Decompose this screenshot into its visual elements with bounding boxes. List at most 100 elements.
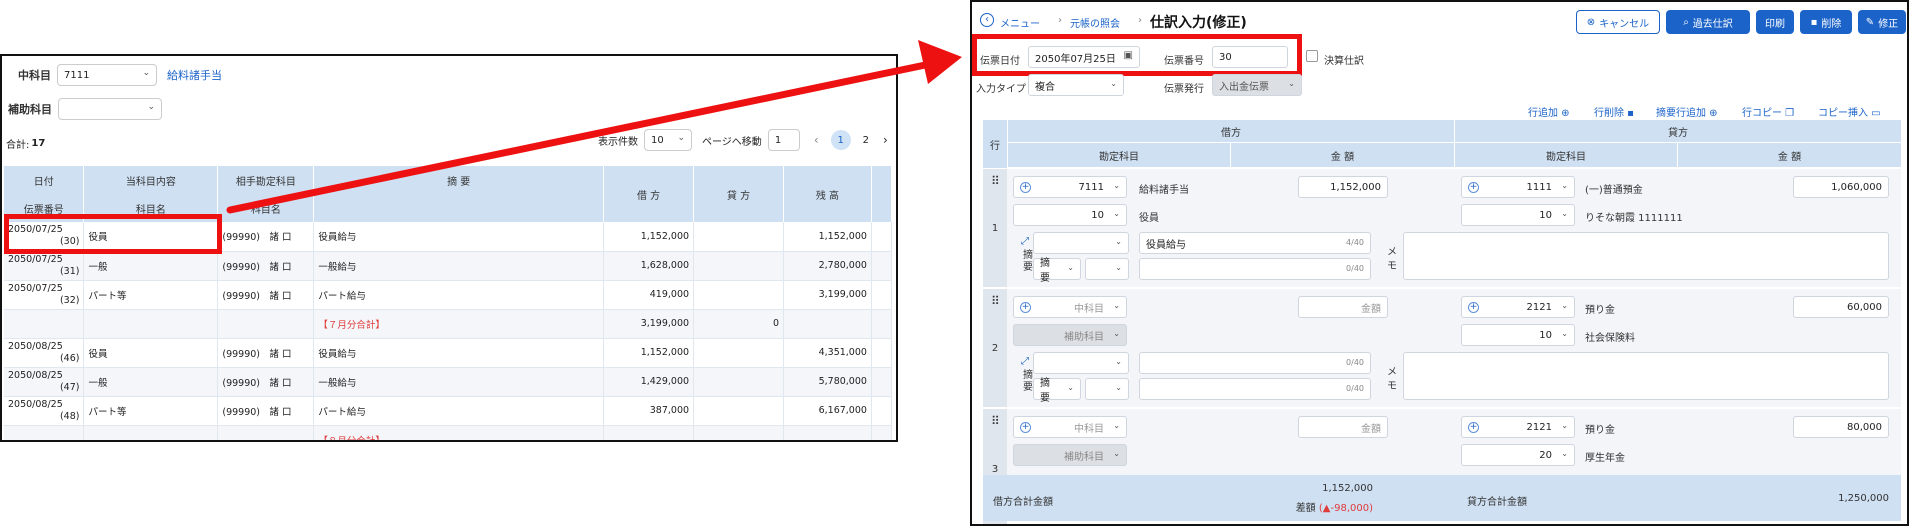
drag-handle-icon[interactable]: ⠿ — [991, 414, 1000, 428]
grid-header-debit: 借方 — [1008, 120, 1454, 142]
summary-type-select[interactable]: 摘要 ⌄ — [1033, 258, 1081, 284]
table-row[interactable]: 2050/07/25 (31) 一般 (99990) 諸 口 一般給与 1,628… — [4, 251, 893, 281]
breadcrumb-ledger[interactable]: 元帳の照会 — [1070, 15, 1120, 30]
plus-icon[interactable]: + — [1468, 182, 1479, 193]
summary-text-field[interactable]: 役員給与 4/40 — [1139, 232, 1371, 254]
input-type-value: 複合 — [1035, 81, 1055, 93]
summary-sub-select[interactable]: ⌄ — [1085, 378, 1129, 400]
debit-total-value: 1,152,000 — [1322, 483, 1373, 494]
debit-amount-field[interactable]: 金額 — [1298, 296, 1388, 318]
edit-button[interactable]: ✎ 修正 — [1858, 10, 1906, 34]
cancel-button[interactable]: ⊗ キャンセル — [1576, 10, 1660, 34]
credit-account-select[interactable]: + 1111 ⌄ — [1461, 176, 1575, 198]
add-row-link[interactable]: 行追加 ⊕ — [1528, 104, 1570, 119]
row-debit: 1,152,000 — [603, 222, 695, 252]
credit-amount-field[interactable]: 60,000 — [1793, 296, 1889, 318]
prev-page-icon[interactable]: ‹ — [814, 133, 819, 147]
delete-button[interactable]: ▪ 削除 — [1800, 10, 1852, 34]
debit-account-placeholder: 中科目 — [1074, 303, 1104, 315]
issue-select[interactable]: 入出金伝票 ⌄ — [1212, 74, 1302, 96]
per-page-select[interactable]: 10 ⌄ — [644, 129, 692, 151]
date-field[interactable]: 2050年07月25日 ▣ — [1028, 46, 1140, 68]
summary-code-select[interactable]: ⌄ — [1033, 232, 1129, 254]
chevron-down-icon: ⌄ — [1561, 209, 1568, 218]
credit-sub-select[interactable]: 20 ⌄ — [1461, 444, 1575, 466]
next-page-icon[interactable]: › — [883, 133, 888, 147]
debit-account-select[interactable]: + 中科目 ⌄ — [1013, 416, 1127, 438]
summary-sub-text-field[interactable]: 0/40 — [1139, 378, 1371, 400]
header-counter-sub: 科目名 — [217, 194, 315, 222]
plus-icon[interactable]: + — [1020, 422, 1031, 433]
plus-icon[interactable]: + — [1020, 302, 1031, 313]
number-field[interactable]: 30 — [1212, 46, 1288, 68]
summary-type-select[interactable]: 摘要 ⌄ — [1033, 378, 1081, 404]
plus-icon[interactable]: + — [1468, 422, 1479, 433]
drag-handle-icon[interactable]: ⠿ — [991, 174, 1000, 188]
summary-code-select[interactable]: ⌄ — [1033, 352, 1129, 374]
table-row[interactable]: 2050/08/25 (46) 役員 (99990) 諸 口 役員給与 1,152… — [4, 338, 893, 368]
closing-checkbox[interactable] — [1306, 50, 1318, 62]
debit-sub-select[interactable]: 10 ⌄ — [1013, 204, 1127, 226]
delete-row-link[interactable]: 行削除 ▪ — [1594, 104, 1634, 119]
page-1-button[interactable]: 1 — [830, 130, 851, 150]
memo-field[interactable] — [1403, 232, 1889, 280]
row-balance: 2,780,000 — [783, 251, 872, 281]
credit-amount-field[interactable]: 80,000 — [1793, 416, 1889, 438]
debit-sub-value: 10 — [1091, 209, 1104, 221]
input-type-select[interactable]: 複合 ⌄ — [1028, 74, 1124, 96]
debit-account-select[interactable]: + 中科目 ⌄ — [1013, 296, 1127, 318]
credit-account-select[interactable]: + 2121 ⌄ — [1461, 296, 1575, 318]
row-voucher-no: (30) — [59, 236, 80, 248]
credit-sub-select[interactable]: 10 ⌄ — [1461, 204, 1575, 226]
back-icon[interactable]: ‹ — [980, 13, 994, 27]
plus-icon[interactable]: + — [1468, 302, 1479, 313]
mid-account-select[interactable]: 7111 ⌄ — [57, 64, 157, 86]
row-date: 2050/07/25 — [8, 224, 63, 236]
paste-row-link[interactable]: コピー挿入 ▭ — [1818, 104, 1881, 119]
summary-text-field[interactable]: 0/40 — [1139, 352, 1371, 374]
calendar-icon[interactable]: ▣ — [1124, 50, 1133, 61]
add-summary-link[interactable]: 摘要行追加 ⊕ — [1656, 104, 1718, 119]
debit-amount-field[interactable]: 金額 — [1298, 416, 1388, 438]
plus-icon[interactable]: + — [1020, 182, 1031, 193]
row-voucher-no: (32) — [59, 294, 80, 306]
mid-account-name[interactable]: 給料諸手当 — [167, 67, 222, 83]
sub-account-select[interactable]: ⌄ — [58, 98, 162, 120]
grid-header-credit-amount: 金 額 — [1678, 143, 1901, 167]
page-2-button[interactable]: 2 — [863, 135, 869, 146]
row-date: 2050/07/25 — [8, 282, 63, 294]
table-row[interactable]: 2050/08/25 (47) 一般 (99990) 諸 口 一般給与 1,429… — [4, 367, 893, 397]
voucher-panel: ‹ メニュー › 元帳の照会 › 仕訳入力(修正) ⊗ キャンセル ⌕ 過去仕訳 印… — [970, 0, 1909, 526]
row-debit: 1,429,000 — [603, 367, 695, 397]
credit-account-value: 1111 — [1526, 181, 1552, 193]
credit-amount-field[interactable]: 1,060,000 — [1793, 176, 1889, 198]
expand-icon[interactable]: ⤢ — [1021, 356, 1029, 367]
table-row[interactable]: 2050/07/25 (32) パート等 (99990) 諸 口 パート給与 41… — [4, 280, 893, 310]
past-journal-button[interactable]: ⌕ 過去仕訳 — [1666, 10, 1750, 34]
copy-row-link[interactable]: 行コピー ❐ — [1742, 104, 1794, 119]
debit-account-select[interactable]: + 7111 ⌄ — [1013, 176, 1127, 198]
summary-sub-select[interactable]: ⌄ — [1085, 258, 1129, 280]
grid-header-credit-account: 勘定科目 — [1455, 143, 1677, 167]
breadcrumb-separator: › — [1058, 15, 1062, 26]
table-row[interactable]: 2050/07/25 (30) 役員 (99990) 諸 口 役員給与 1,152… — [4, 222, 893, 252]
header-credit: 貸 方 — [693, 166, 784, 222]
print-button[interactable]: 印刷 — [1756, 10, 1794, 34]
drag-handle-icon[interactable]: ⠿ — [991, 294, 1000, 308]
expand-icon[interactable]: ⤢ — [1021, 236, 1029, 247]
row-summary: 一般給与 — [313, 251, 605, 281]
debit-amount-field[interactable]: 1,152,000 — [1298, 176, 1388, 198]
goto-page-input[interactable]: 1 — [767, 129, 800, 151]
credit-amount-value: 80,000 — [1847, 421, 1882, 433]
credit-sub-select[interactable]: 10 ⌄ — [1461, 324, 1575, 346]
delete-label: 削除 — [1821, 18, 1842, 30]
summary-sub-text-field[interactable]: 0/40 — [1139, 258, 1371, 280]
credit-total-label: 貸方合計金額 — [1467, 497, 1527, 508]
memo-field[interactable] — [1403, 352, 1889, 400]
row-summary: 一般給与 — [313, 367, 605, 397]
breadcrumb-menu[interactable]: メニュー — [1000, 15, 1040, 30]
credit-account-select[interactable]: + 2121 ⌄ — [1461, 416, 1575, 438]
debit-sub-name: 役員 — [1139, 213, 1159, 224]
table-row[interactable]: 2050/08/25 (48) パート等 (99990) 諸 口 パート給与 38… — [4, 396, 893, 426]
row-credit — [693, 280, 784, 310]
